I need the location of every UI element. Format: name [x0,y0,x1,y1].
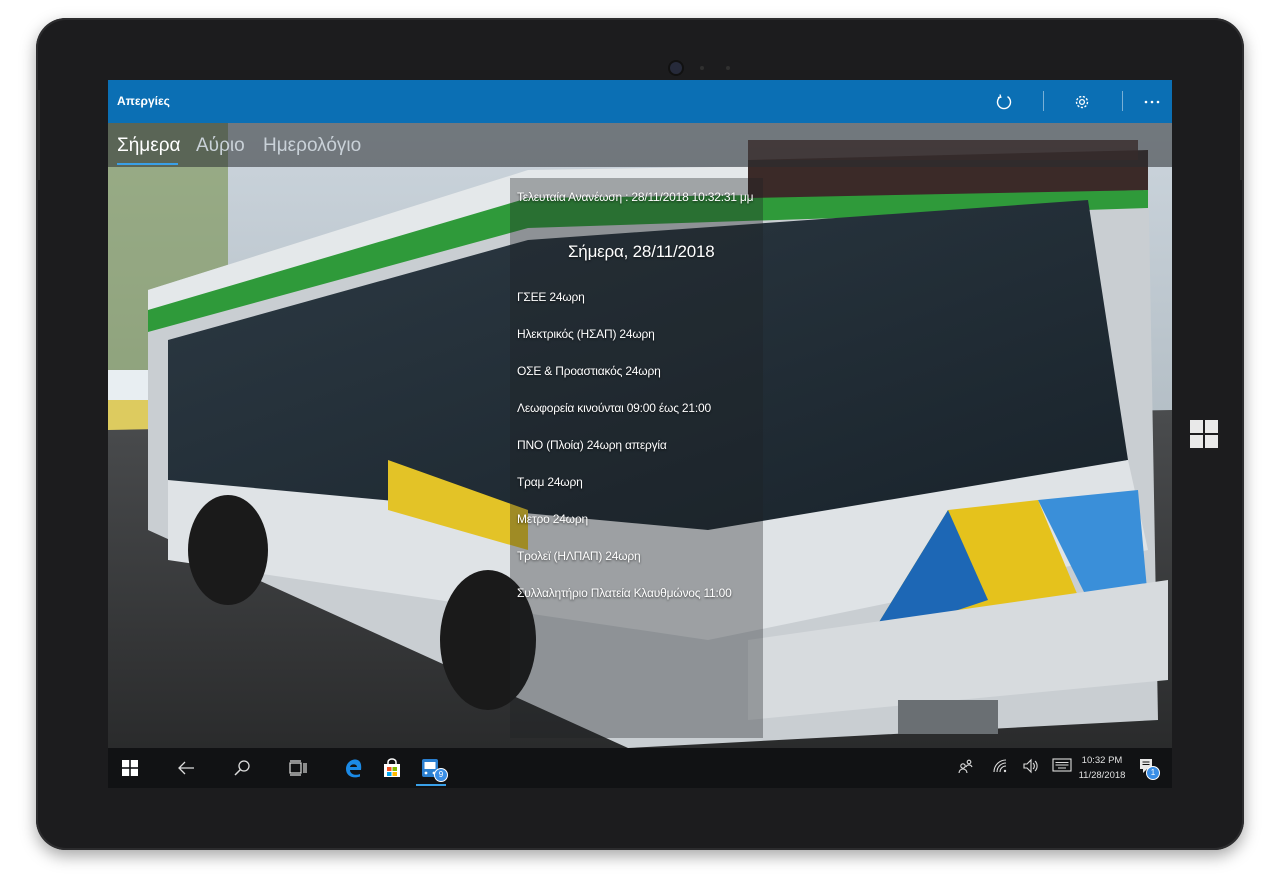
back-arrow-icon[interactable] [172,754,200,782]
side-button [36,90,40,180]
notification-badge: 1 [1146,766,1160,780]
more-ellipsis-icon[interactable] [1138,88,1166,116]
search-icon[interactable] [228,754,256,782]
taskbar-clock[interactable]: 10:32 PM 11/28/2018 [1074,753,1130,783]
tab-tomorrow[interactable]: Αύριο [196,135,245,157]
windows-start-icon[interactable] [116,754,144,782]
tab-calendar[interactable]: Ημερολόγιο [263,135,361,157]
screen: Απεργίες Σήμερα Αύριο Ημερολόγιο Τελευτα… [108,80,1172,788]
list-item: ΟΣΕ & Προαστιακός 24ωρη [517,364,661,378]
sensor-dot [726,66,730,70]
people-icon[interactable] [958,758,974,774]
clock-date: 11/28/2018 [1078,770,1126,781]
tab-today[interactable]: Σήμερα [117,135,181,157]
strikes-list: ΓΣΕΕ 24ωρη Ηλεκτρικός (ΗΣΑΠ) 24ωρη ΟΣΕ &… [517,290,732,623]
camera [670,62,682,74]
clock-time: 10:32 PM [1081,755,1123,766]
strikes-app-icon[interactable]: 9 [416,754,448,786]
pivot-tabs: Σήμερα Αύριο Ημερολόγιο [108,123,1172,167]
keyboard-icon[interactable] [1052,758,1072,772]
list-item: Τρολεϊ (ΗΛΠΑΠ) 24ωρη [517,549,641,563]
action-center-icon[interactable]: 1 [1138,758,1160,780]
volume-icon[interactable] [1022,758,1038,774]
app-title: Απεργίες [117,94,170,108]
list-item: ΠΝΟ (Πλοία) 24ωρη απεργία [517,438,667,452]
list-item: Λεωφορεία κινούνται 09:00 έως 21:00 [517,401,711,415]
separator [1122,91,1123,111]
app-title-bar: Απεργίες [108,80,1172,123]
taskbar: 9 10:32 PM 11/28/2018 1 [108,748,1172,788]
settings-gear-icon[interactable] [1068,88,1096,116]
list-item: Ηλεκτρικός (ΗΣΑΠ) 24ωρη [517,327,655,341]
task-view-icon[interactable] [284,754,312,782]
running-indicator [416,784,446,786]
list-item: Τραμ 24ωρη [517,475,583,489]
app-badge: 9 [434,768,448,782]
refresh-icon[interactable] [990,88,1018,116]
side-button [1240,90,1244,180]
last-update-text: Τελευταία Ανανέωση : 28/11/2018 10:32:31… [517,190,754,204]
list-item: Μετρο 24ωρη [517,512,588,526]
hardware-windows-button[interactable] [1190,420,1218,448]
wifi-icon[interactable] [992,758,1008,774]
store-bag-icon[interactable] [378,754,406,782]
list-item: ΓΣΕΕ 24ωρη [517,290,585,304]
edge-browser-icon[interactable] [340,754,368,782]
sensor-dot [700,66,704,70]
separator [1043,91,1044,111]
active-tab-indicator [117,163,178,165]
list-item: Συλλαλητήριο Πλατεία Κλαυθμώνος 11:00 [517,586,732,600]
date-heading: Σήμερα, 28/11/2018 [568,242,715,261]
